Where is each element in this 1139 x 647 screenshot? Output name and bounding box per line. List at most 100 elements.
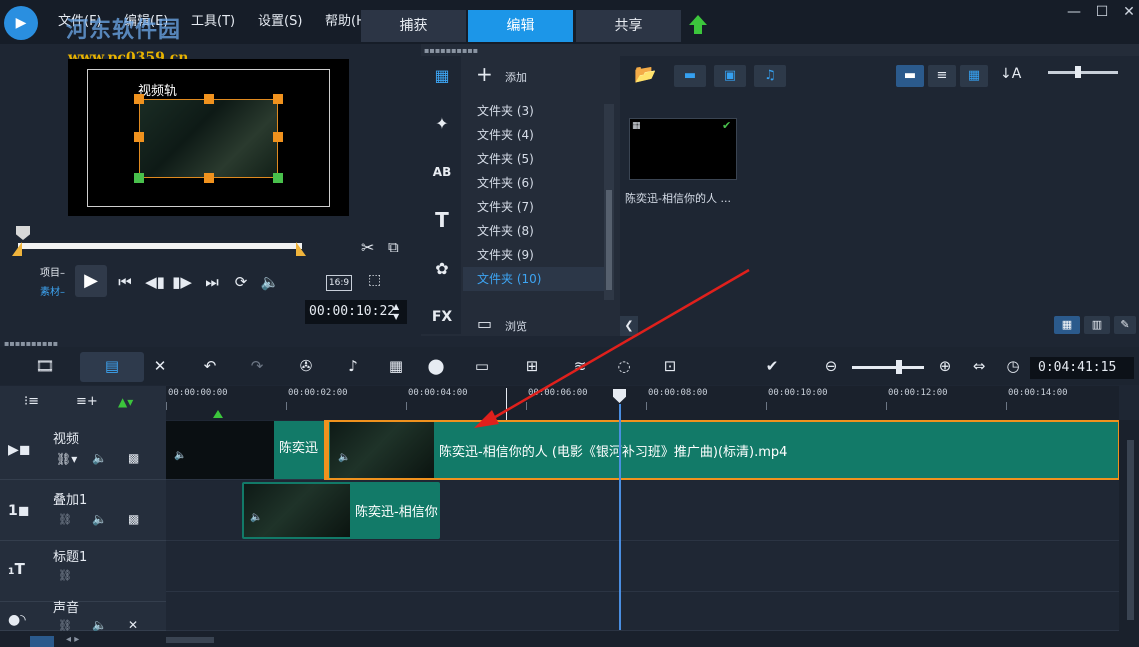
upload-icon[interactable] xyxy=(688,14,708,36)
resize-handle[interactable] xyxy=(273,132,283,142)
panel-grip[interactable]: ▪▪▪▪▪▪▪▪▪▪ xyxy=(424,46,478,55)
close-button[interactable]: ✕ xyxy=(1115,2,1139,22)
show-photo-toggle[interactable]: ▣ xyxy=(714,65,746,87)
transparency-icon[interactable]: ▩ xyxy=(128,512,139,526)
next-frame-icon[interactable]: ▮▶ xyxy=(170,270,194,294)
path-icon[interactable]: ◌ xyxy=(612,355,636,377)
fit-frame-icon[interactable]: ⊡ xyxy=(658,355,682,377)
scroll-left-right-icon[interactable]: ◂ ▸ xyxy=(66,634,79,645)
chapter-point-icon[interactable]: ▲▾ xyxy=(118,395,133,409)
auto-music-icon[interactable]: ▦ xyxy=(384,355,408,377)
show-audio-toggle[interactable]: ♫ xyxy=(754,65,786,87)
resize-handle[interactable] xyxy=(134,132,144,142)
volume-icon[interactable]: 🔈 xyxy=(258,270,282,294)
edit-panel-icon[interactable]: ✎ xyxy=(1114,316,1136,334)
redo-icon[interactable]: ↷ xyxy=(245,355,269,377)
tab-edit[interactable]: 编辑 xyxy=(468,10,573,42)
folder-scroll-thumb[interactable] xyxy=(606,190,612,290)
preview-overlay-clip[interactable] xyxy=(139,99,278,178)
crop-icon[interactable]: ⬚ xyxy=(368,272,381,288)
show-video-toggle[interactable]: ▬ xyxy=(674,65,706,87)
track-manager-icon[interactable]: ⁝≡ xyxy=(24,394,39,409)
tab-capture[interactable]: 捕获 xyxy=(361,10,466,42)
motion-tracking-icon[interactable]: ⬤ xyxy=(424,355,448,377)
library-layout-icon[interactable]: ▦ xyxy=(1054,316,1080,334)
timeline-vertical-scroll-thumb[interactable] xyxy=(1127,440,1134,620)
go-to-end-icon[interactable]: ⏭ xyxy=(200,270,224,294)
play-button[interactable]: ▶ xyxy=(75,265,107,297)
transparency-icon[interactable]: ▩ xyxy=(128,451,139,465)
enlarge-preview-icon[interactable]: ⧉ xyxy=(388,238,399,256)
tools-icon[interactable]: ✕ xyxy=(148,355,172,377)
title-template-category-icon[interactable]: AB xyxy=(428,158,456,186)
folder-item[interactable]: 文件夹 (6) xyxy=(463,171,604,195)
graphics-category-icon[interactable]: ✿ xyxy=(428,255,456,283)
multi-trim-icon[interactable]: ⊞ xyxy=(520,355,544,377)
list-view-icon[interactable]: ≡ xyxy=(928,65,956,87)
scrub-bar[interactable] xyxy=(18,243,302,249)
sort-icon[interactable]: ↓A xyxy=(1000,66,1021,82)
transition-category-icon[interactable]: ✦ xyxy=(428,110,456,138)
grid-view-icon[interactable]: ▦ xyxy=(960,65,988,87)
playhead-line[interactable] xyxy=(619,404,621,630)
media-category-icon[interactable]: ▦ xyxy=(428,62,456,90)
options-panel-icon[interactable]: ▥ xyxy=(1084,316,1110,334)
add-folder-icon[interactable]: + xyxy=(476,62,493,86)
solo-icon[interactable]: ✕ xyxy=(128,618,138,632)
previous-frame-icon[interactable]: ◀▮ xyxy=(143,270,167,294)
browse-label[interactable]: 浏览 xyxy=(505,318,527,334)
minimize-button[interactable]: — xyxy=(1060,2,1088,22)
video-clip[interactable]: 陈奕迅 xyxy=(274,421,324,479)
resize-handle[interactable] xyxy=(134,173,144,183)
resize-handle[interactable] xyxy=(204,94,214,104)
zoom-out-icon[interactable]: ⊖ xyxy=(819,355,843,377)
undo-icon[interactable]: ↶ xyxy=(198,355,222,377)
fx-category-icon[interactable]: FX xyxy=(428,303,456,331)
browse-icon[interactable]: ▭ xyxy=(477,314,492,333)
folder-item[interactable]: 文件夹 (3) xyxy=(463,99,604,123)
link-icon[interactable]: ⛓▾ xyxy=(56,452,77,466)
timeline-timecode[interactable]: 0:04:41:15 xyxy=(1030,357,1134,379)
zoom-in-icon[interactable]: ⊕ xyxy=(933,355,957,377)
menu-tools[interactable]: 工具(T) xyxy=(191,10,235,29)
record-capture-icon[interactable]: ✇ xyxy=(294,355,318,377)
media-thumbnail[interactable] xyxy=(629,118,737,180)
text-category-icon[interactable]: T xyxy=(428,206,456,234)
subtitle-editor-icon[interactable]: ▭ xyxy=(470,355,494,377)
timeline-zoom-slider[interactable] xyxy=(852,366,924,369)
repeat-icon[interactable]: ⟳ xyxy=(229,270,253,294)
folder-item[interactable]: 文件夹 (9) xyxy=(463,243,604,267)
folder-item-selected[interactable]: 文件夹 (10) xyxy=(463,267,604,291)
mute-icon[interactable]: 🔈 xyxy=(92,512,107,526)
title-track[interactable] xyxy=(166,542,1119,592)
project-mode-label[interactable]: 项目– xyxy=(40,264,65,279)
add-folder-label[interactable]: 添加 xyxy=(505,69,527,85)
resize-handle[interactable] xyxy=(204,173,214,183)
link-icon[interactable]: ⛓ xyxy=(58,513,72,526)
folder-item[interactable]: 文件夹 (8) xyxy=(463,219,604,243)
storyboard-view-icon[interactable]: 🎞 xyxy=(33,355,57,377)
clip-mode-label[interactable]: 素材– xyxy=(40,283,65,298)
mute-icon[interactable]: 🔈 xyxy=(92,618,107,632)
link-icon[interactable]: ⛓ xyxy=(58,569,72,582)
go-to-start-icon[interactable]: ⏮ xyxy=(113,270,137,294)
voice-track[interactable] xyxy=(166,592,1119,631)
mix-icon[interactable]: ≋ xyxy=(568,355,592,377)
tab-share[interactable]: 共享 xyxy=(576,10,681,42)
mute-icon[interactable]: 🔈 xyxy=(92,451,107,465)
resize-handle[interactable] xyxy=(273,173,283,183)
fit-project-icon[interactable]: ⇔ xyxy=(967,355,991,377)
maximize-button[interactable]: ☐ xyxy=(1088,2,1116,22)
resize-handle[interactable] xyxy=(273,94,283,104)
folder-item[interactable]: 文件夹 (5) xyxy=(463,147,604,171)
aspect-ratio-button[interactable]: 16:9 xyxy=(326,275,352,291)
timecode-stepper-icon[interactable]: ▲ ▼ xyxy=(393,302,399,322)
menu-settings[interactable]: 设置(S) xyxy=(258,10,302,29)
thumbnail-size-thumb[interactable] xyxy=(1075,66,1081,78)
folder-item[interactable]: 文件夹 (7) xyxy=(463,195,604,219)
preview-timecode[interactable]: 00:00:10:22 xyxy=(305,300,407,324)
duration-clock-icon[interactable]: ◷ xyxy=(1001,355,1025,377)
track-height-button[interactable] xyxy=(30,636,54,647)
timeline-horizontal-scroll-thumb[interactable] xyxy=(166,637,214,643)
import-media-icon[interactable]: 📂 xyxy=(634,64,656,85)
